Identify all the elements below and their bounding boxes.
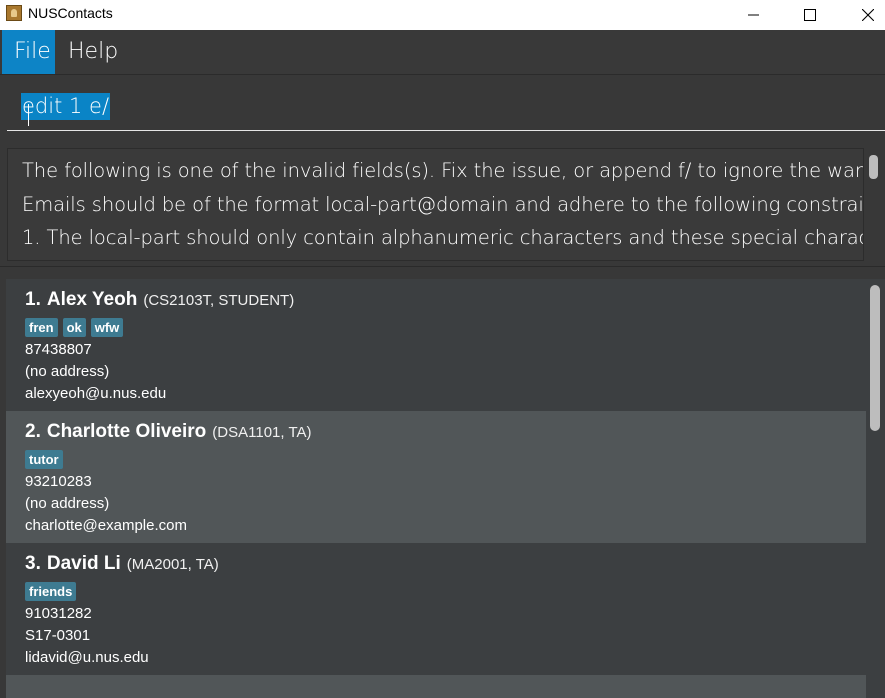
divider bbox=[0, 266, 885, 267]
person-card-partial[interactable] bbox=[6, 675, 866, 698]
person-phone: 91031282 bbox=[25, 605, 92, 622]
person-email: charlotte@example.com bbox=[25, 517, 187, 534]
person-card[interactable]: 1. Alex Yeoh (CS2103T, STUDENT) fren ok wfw … bbox=[6, 279, 866, 411]
person-card[interactable]: 3. David Li (MA2001, TA) friends 91031282 … bbox=[6, 543, 866, 675]
window-title: NUSContacts bbox=[28, 5, 113, 21]
person-card[interactable]: 2. Charlotte Oliveiro (DSA1101, TA) tutor … bbox=[6, 411, 866, 543]
person-title: 3. David Li (MA2001, TA) bbox=[25, 553, 219, 575]
person-address: (no address) bbox=[25, 495, 110, 512]
command-text: edit 1 e/ bbox=[21, 93, 111, 120]
result-line: The following is one of the invalid fiel… bbox=[22, 159, 864, 182]
close-button[interactable] bbox=[845, 0, 885, 30]
tag-list: tutor bbox=[25, 450, 68, 469]
tag: wfw bbox=[90, 318, 124, 337]
tag-list: friends bbox=[25, 582, 81, 601]
person-name: Alex Yeoh bbox=[46, 289, 138, 310]
person-role: (DSA1101, TA) bbox=[212, 424, 312, 441]
command-input[interactable]: edit 1 e/ bbox=[7, 83, 885, 131]
menu-file[interactable]: File bbox=[2, 30, 55, 74]
tag: fren bbox=[25, 318, 58, 337]
minimize-icon bbox=[748, 14, 759, 16]
tag-list: fren ok wfw bbox=[25, 318, 128, 337]
tag: friends bbox=[25, 582, 77, 601]
close-icon bbox=[862, 9, 874, 21]
result-scrollbar[interactable] bbox=[868, 150, 879, 257]
maximize-button[interactable] bbox=[787, 0, 833, 30]
maximize-icon bbox=[804, 9, 816, 21]
person-title: 2. Charlotte Oliveiro (DSA1101, TA) bbox=[25, 421, 312, 443]
tag: tutor bbox=[25, 450, 63, 469]
person-name: David Li bbox=[46, 553, 121, 574]
person-email: alexyeoh@u.nus.edu bbox=[25, 385, 167, 402]
person-index: 1. bbox=[25, 289, 41, 310]
result-scroll-thumb[interactable] bbox=[869, 155, 878, 179]
person-index: 3. bbox=[25, 553, 41, 574]
result-display[interactable]: The following is one of the invalid fiel… bbox=[7, 148, 864, 261]
result-line: 1. The local-part should only contain al… bbox=[22, 226, 864, 249]
person-role: (CS2103T, STUDENT) bbox=[143, 292, 295, 309]
person-address: (no address) bbox=[25, 363, 110, 380]
person-title: 1. Alex Yeoh (CS2103T, STUDENT) bbox=[25, 289, 294, 311]
text-caret bbox=[28, 104, 29, 126]
person-role: (MA2001, TA) bbox=[126, 556, 219, 573]
title-bar: NUSContacts bbox=[0, 0, 885, 30]
person-name: Charlotte Oliveiro bbox=[46, 421, 207, 442]
person-list[interactable]: 1. Alex Yeoh (CS2103T, STUDENT) fren ok wfw … bbox=[6, 279, 866, 698]
tag: ok bbox=[62, 318, 86, 337]
person-phone: 87438807 bbox=[25, 341, 92, 358]
person-index: 2. bbox=[25, 421, 41, 442]
menu-help[interactable]: Help bbox=[56, 30, 130, 74]
person-list-scroll-thumb[interactable] bbox=[870, 285, 880, 431]
command-box: edit 1 e/ bbox=[0, 75, 885, 142]
result-line: Emails should be of the format local-par… bbox=[22, 193, 864, 216]
menu-bar: File Help bbox=[0, 30, 885, 75]
app-icon bbox=[6, 5, 22, 21]
person-phone: 93210283 bbox=[25, 473, 92, 490]
person-email: lidavid@u.nus.edu bbox=[25, 649, 149, 666]
person-address: S17-0301 bbox=[25, 627, 91, 644]
person-list-scrollbar[interactable] bbox=[866, 279, 885, 698]
minimize-button[interactable] bbox=[731, 0, 777, 30]
